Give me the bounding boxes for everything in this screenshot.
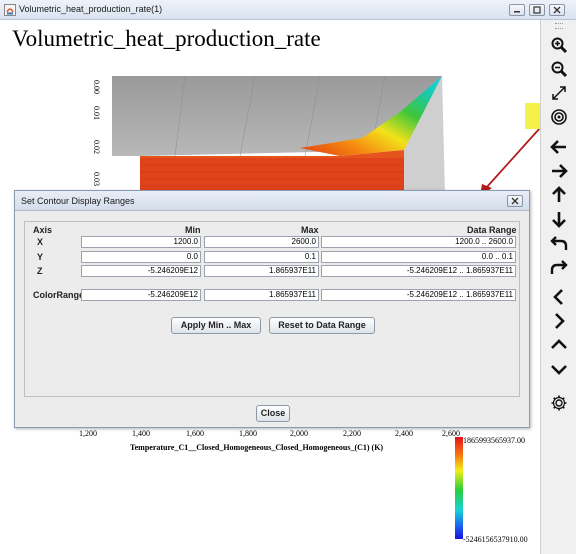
contour-range-dialog: Set Contour Display Ranges Axis Min Max … bbox=[14, 190, 530, 428]
y-max-field[interactable]: 0.1 bbox=[204, 251, 319, 263]
apply-min-max-button[interactable]: Apply Min .. Max bbox=[171, 317, 261, 334]
pan-left-button[interactable] bbox=[548, 136, 570, 158]
fit-button[interactable] bbox=[548, 82, 570, 104]
y-range-field: 0.0 .. 0.1 bbox=[321, 251, 516, 263]
settings-button[interactable] bbox=[548, 392, 570, 414]
fit-icon bbox=[552, 86, 566, 100]
reset-data-range-button[interactable]: Reset to Data Range bbox=[269, 317, 375, 334]
undo-icon bbox=[550, 236, 568, 250]
y-min-field[interactable]: 0.0 bbox=[81, 251, 201, 263]
colorbar bbox=[455, 437, 463, 539]
dialog-title: Set Contour Display Ranges bbox=[21, 196, 135, 206]
x-tick-label: 1,600 bbox=[186, 429, 204, 438]
colorbar-max-label: 1865993565937.00 bbox=[463, 436, 525, 445]
toolbar-grip[interactable] bbox=[555, 23, 563, 29]
arrow-down-icon bbox=[552, 212, 566, 228]
plot-toolbar bbox=[540, 20, 576, 554]
data-range-header: Data Range bbox=[467, 225, 517, 235]
chevron-down-icon bbox=[551, 365, 567, 375]
x-min-field[interactable]: 1200.0 bbox=[81, 236, 201, 248]
chevron-right-icon bbox=[555, 313, 565, 329]
dialog-close-button[interactable] bbox=[507, 195, 523, 207]
zoom-in-icon bbox=[551, 37, 568, 54]
pan-up-button[interactable] bbox=[548, 184, 570, 206]
close-icon bbox=[553, 6, 561, 14]
z-range-field: -5.246209E12 .. 1.865937E11 bbox=[321, 265, 516, 277]
zoom-out-icon bbox=[551, 61, 568, 78]
x-tick-label: 2,600 bbox=[442, 429, 460, 438]
color-max-field[interactable]: 1.865937E11 bbox=[204, 289, 319, 301]
rotate-right-button[interactable] bbox=[548, 310, 570, 332]
y-tick-label: 0.01 bbox=[92, 106, 101, 120]
rotate-up-button[interactable] bbox=[548, 334, 570, 356]
y-tick-label: 0.03 bbox=[92, 172, 101, 186]
gear-icon bbox=[551, 395, 567, 411]
arrow-left-icon bbox=[550, 140, 566, 154]
y-tick-label: 0.02 bbox=[92, 140, 101, 154]
color-range-field: -5.246209E12 .. 1.865937E11 bbox=[321, 289, 516, 301]
close-icon bbox=[511, 197, 519, 205]
zoom-in-button[interactable] bbox=[548, 34, 570, 56]
callout-arrow bbox=[485, 127, 540, 189]
z-max-field[interactable]: 1.865937E11 bbox=[204, 265, 319, 277]
x-max-field[interactable]: 2600.0 bbox=[204, 236, 319, 248]
x-range-field: 1200.0 .. 2600.0 bbox=[321, 236, 516, 248]
color-range-label: ColorRange bbox=[33, 290, 85, 300]
chevron-left-icon bbox=[553, 289, 563, 305]
pan-right-button[interactable] bbox=[548, 160, 570, 182]
x-tick-label: 1,200 bbox=[79, 429, 97, 438]
close-window-button[interactable] bbox=[549, 4, 565, 16]
x-tick-label: 2,400 bbox=[395, 429, 413, 438]
axis-label-y: Y bbox=[37, 252, 44, 262]
rotate-down-button[interactable] bbox=[548, 358, 570, 380]
redo-icon bbox=[550, 260, 568, 274]
colorbar-min-label: -5246156537910.00 bbox=[463, 535, 528, 544]
x-axis-label: Temperature_C1__Closed_Homogeneous_Close… bbox=[130, 443, 384, 452]
x-tick-label: 1,400 bbox=[132, 429, 150, 438]
x-tick-label: 1,800 bbox=[239, 429, 257, 438]
x-tick-label: 2,200 bbox=[343, 429, 361, 438]
chevron-up-icon bbox=[551, 339, 567, 349]
axis-label-z: Z bbox=[37, 266, 43, 276]
rotate-left-button[interactable] bbox=[548, 286, 570, 308]
zoom-out-button[interactable] bbox=[548, 58, 570, 80]
undo-button[interactable] bbox=[548, 232, 570, 254]
close-dialog-button[interactable]: Close bbox=[256, 405, 290, 422]
y-tick-label: 0.00 bbox=[92, 80, 101, 94]
contour-range-icon bbox=[551, 109, 567, 125]
min-header: Min bbox=[185, 225, 201, 235]
arrow-right-icon bbox=[552, 164, 568, 178]
max-header: Max bbox=[301, 225, 319, 235]
dialog-titlebar[interactable]: Set Contour Display Ranges bbox=[15, 191, 529, 211]
arrow-up-icon bbox=[552, 186, 566, 202]
z-min-field[interactable]: -5.246209E12 bbox=[81, 265, 201, 277]
redo-button[interactable] bbox=[548, 256, 570, 278]
contour-range-button[interactable] bbox=[548, 106, 570, 128]
color-min-field[interactable]: -5.246209E12 bbox=[81, 289, 201, 301]
x-tick-label: 2,000 bbox=[290, 429, 308, 438]
pan-down-button[interactable] bbox=[548, 208, 570, 230]
axis-header: Axis bbox=[33, 225, 53, 235]
axis-label-x: X bbox=[37, 237, 44, 247]
